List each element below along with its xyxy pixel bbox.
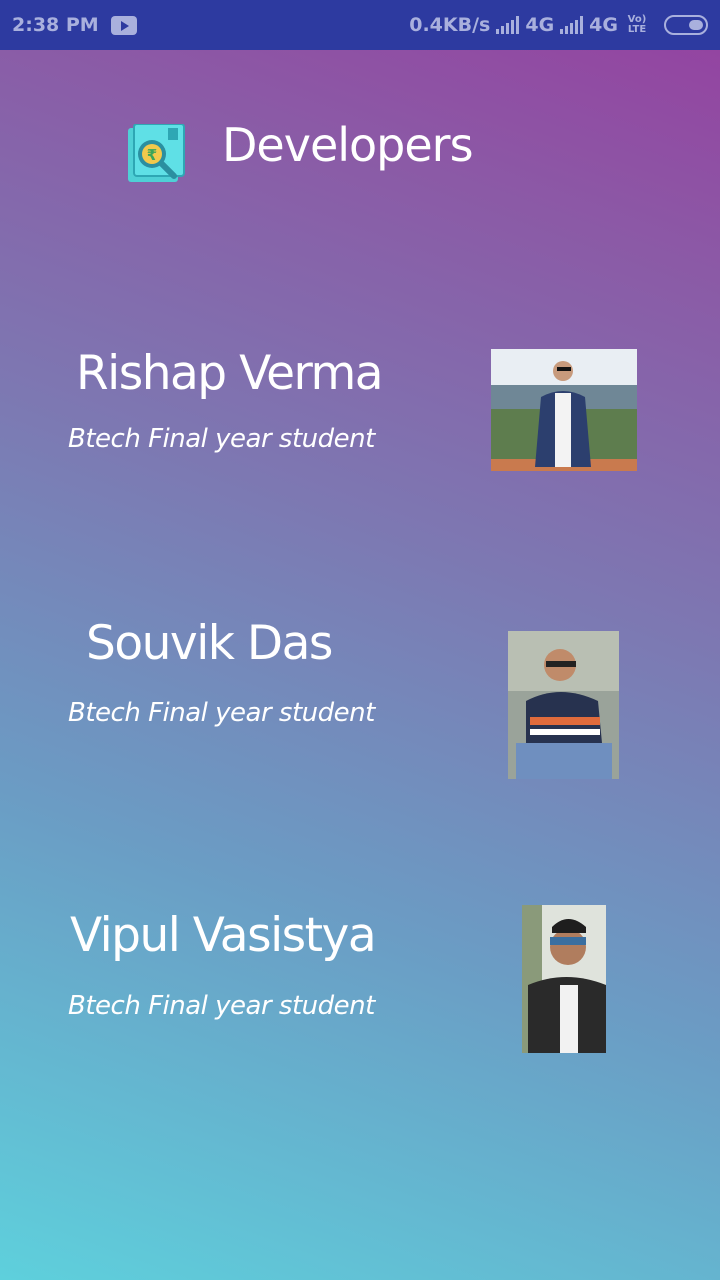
signal-icon (560, 16, 584, 34)
developer-role: Btech Final year student (68, 991, 375, 1021)
developer-role: Btech Final year student (68, 698, 375, 728)
page-title: Developers (222, 118, 474, 172)
network-speed: 0.4KB/s (409, 14, 491, 36)
network-type-2: 4G (589, 14, 618, 36)
network-type-1: 4G (525, 14, 555, 36)
rupee-search-icon: ₹ (128, 124, 185, 182)
youtube-icon (110, 15, 137, 35)
developer-name: Rishap Verma (76, 346, 384, 401)
developers-screen: 2:38 PM 0.4KB/s 4G 4G Vo) LTE ₹ Develope… (0, 0, 720, 1280)
status-time: 2:38 PM (12, 14, 99, 36)
status-bar: 2:38 PM 0.4KB/s 4G 4G Vo) LTE (0, 0, 720, 50)
developer-photo (491, 349, 637, 471)
developer-name: Souvik Das (86, 616, 333, 671)
signal-icon (496, 16, 520, 34)
developer-photo (508, 631, 619, 779)
battery-icon (664, 15, 708, 35)
developer-photo (522, 905, 606, 1053)
developer-role: Btech Final year student (68, 424, 375, 454)
svg-text:₹: ₹ (147, 146, 157, 164)
developer-name: Vipul Vasistya (70, 908, 377, 963)
volte-icon: Vo) LTE (627, 14, 647, 35)
